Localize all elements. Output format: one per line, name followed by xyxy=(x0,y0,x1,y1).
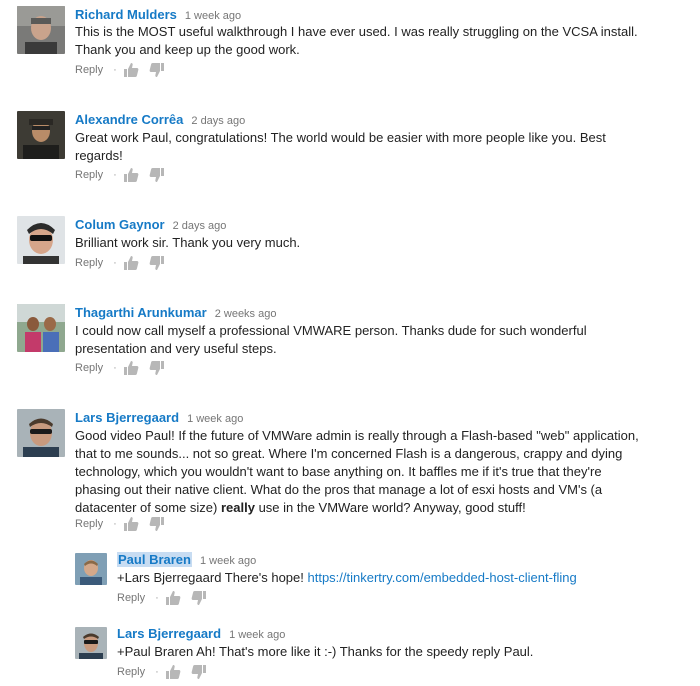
thumbs-up-icon[interactable] xyxy=(123,63,139,77)
comment-text: I could now call myself a professional V… xyxy=(75,323,587,356)
thumbs-down-icon[interactable] xyxy=(149,256,165,270)
reply-text: +Lars Bjerregaard There's hope! xyxy=(117,570,308,585)
comment-text: Brilliant work sir. Thank you very much. xyxy=(75,235,301,250)
thumbs-down-icon[interactable] xyxy=(191,591,207,605)
thumbs-up-icon[interactable] xyxy=(165,591,181,605)
comment-time[interactable]: 1 week ago xyxy=(187,413,243,425)
reply-button[interactable]: Reply xyxy=(75,256,103,270)
thumbs-down-icon[interactable] xyxy=(149,517,165,531)
comment-time[interactable]: 1 week ago xyxy=(229,629,285,641)
separator-dot: · xyxy=(113,362,117,374)
thumbs-up-icon[interactable] xyxy=(165,665,181,679)
avatar[interactable] xyxy=(17,409,65,457)
thumbs-up-icon[interactable] xyxy=(123,361,139,375)
avatar[interactable] xyxy=(75,627,107,659)
reply-button[interactable]: Reply xyxy=(75,517,103,531)
separator-dot: · xyxy=(113,257,117,269)
reply-button[interactable]: Reply xyxy=(117,665,145,679)
comment-time[interactable]: 2 days ago xyxy=(173,220,227,232)
thumbs-up-icon[interactable] xyxy=(123,168,139,182)
avatar[interactable] xyxy=(17,6,65,54)
comment-actions: Reply · xyxy=(75,517,175,531)
comment-author[interactable]: Richard Mulders xyxy=(75,7,177,22)
thumbs-up-icon[interactable] xyxy=(123,517,139,531)
comment-text: +Lars Bjerregaard There's hope! https://… xyxy=(117,569,657,587)
comment-author[interactable]: Paul Braren xyxy=(117,552,192,567)
comment-time[interactable]: 1 week ago xyxy=(200,555,256,567)
comment-actions: Reply · xyxy=(75,256,175,270)
comment-actions: Reply · xyxy=(117,665,217,679)
avatar[interactable] xyxy=(17,216,65,264)
comment-text: Great work Paul, congratulations! The wo… xyxy=(75,130,606,163)
comment-text: Good video Paul! If the future of VMWare… xyxy=(75,427,640,517)
comment-actions: Reply · xyxy=(75,361,175,375)
comment-author[interactable]: Colum Gaynor xyxy=(75,217,165,232)
reply-button[interactable]: Reply xyxy=(117,591,145,605)
avatar[interactable] xyxy=(75,553,107,585)
comment-text-bold: really xyxy=(220,500,255,515)
reply-button[interactable]: Reply xyxy=(75,361,103,375)
comment-text: +Paul Braren Ah! That's more like it :-)… xyxy=(117,644,534,659)
comment-time[interactable]: 2 weeks ago xyxy=(215,308,277,320)
comment-author[interactable]: Alexandre Corrêa xyxy=(75,112,183,127)
reply-button[interactable]: Reply xyxy=(75,63,103,77)
thumbs-down-icon[interactable] xyxy=(191,665,207,679)
avatar[interactable] xyxy=(17,304,65,352)
separator-dot: · xyxy=(113,64,117,76)
comment-time[interactable]: 1 week ago xyxy=(185,10,241,22)
separator-dot: · xyxy=(155,666,159,678)
separator-dot: · xyxy=(113,169,117,181)
comment-author[interactable]: Lars Bjerregaard xyxy=(117,626,221,641)
reply-button[interactable]: Reply xyxy=(75,168,103,182)
thumbs-down-icon[interactable] xyxy=(149,361,165,375)
thumbs-down-icon[interactable] xyxy=(149,63,165,77)
comment-actions: Reply · xyxy=(117,591,217,605)
thumbs-down-icon[interactable] xyxy=(149,168,165,182)
thumbs-up-icon[interactable] xyxy=(123,256,139,270)
separator-dot: · xyxy=(155,592,159,604)
reply-link[interactable]: https://tinkertry.com/embedded-host-clie… xyxy=(308,570,577,585)
comment-actions: Reply · xyxy=(75,168,175,182)
comment-text: This is the MOST useful walkthrough I ha… xyxy=(75,24,638,57)
comment-actions: Reply · xyxy=(75,63,175,77)
comment-author[interactable]: Thagarthi Arunkumar xyxy=(75,305,207,320)
comment-text-part: use in the VMWare world? Anyway, good st… xyxy=(254,500,526,515)
separator-dot: · xyxy=(113,518,117,530)
comment-time[interactable]: 2 days ago xyxy=(191,115,245,127)
comment-author[interactable]: Lars Bjerregaard xyxy=(75,410,179,425)
avatar[interactable] xyxy=(17,111,65,159)
